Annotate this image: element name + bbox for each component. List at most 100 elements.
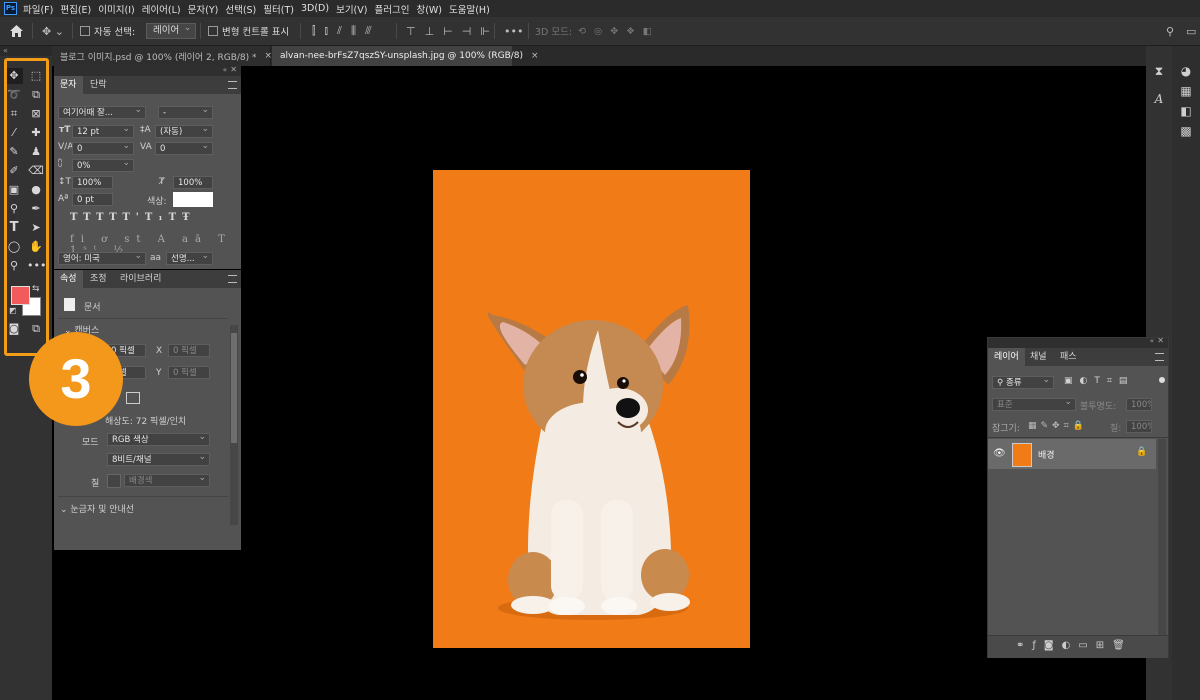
baseline-shift-field[interactable]: 0 pt bbox=[72, 193, 113, 206]
menu-layer[interactable]: 레이어(L) bbox=[142, 2, 181, 16]
menu-select[interactable]: 선택(S) bbox=[225, 2, 256, 16]
swatches-icon[interactable]: ▦ bbox=[1176, 84, 1196, 98]
patterns-icon[interactable]: ▩ bbox=[1176, 124, 1196, 138]
foreground-color-front[interactable] bbox=[11, 286, 30, 305]
photoshop-logo-icon[interactable]: Ps bbox=[4, 2, 17, 15]
auto-select-dropdown[interactable]: 레이어 bbox=[146, 21, 197, 40]
tab-character[interactable]: 문자 bbox=[54, 76, 83, 94]
filter-toggle-icon[interactable] bbox=[1159, 377, 1165, 383]
panel-menu-icon[interactable] bbox=[228, 275, 237, 283]
tab-adjustments[interactable]: 조정 bbox=[84, 270, 113, 288]
tsume-field[interactable]: 0% bbox=[72, 159, 134, 172]
gradients-icon[interactable]: ◧ bbox=[1176, 104, 1196, 118]
menu-window[interactable]: 창(W) bbox=[416, 2, 442, 16]
resolution-text: 해상도: 72 픽셀/인치 bbox=[105, 417, 187, 427]
faux-style-buttons[interactable]: TTTTT'T₁TŦ bbox=[70, 212, 196, 223]
text-color-swatch[interactable] bbox=[173, 192, 213, 207]
bit-depth-select[interactable]: 8비트/채널 bbox=[107, 453, 210, 466]
opacity-field[interactable]: 100% bbox=[1126, 398, 1152, 411]
horizontal-scale-field[interactable]: 100% bbox=[173, 176, 213, 189]
fill-label: 칠 bbox=[91, 479, 100, 489]
tab-libraries[interactable]: 라이브러리 bbox=[114, 270, 167, 288]
align-icons[interactable]: ⫿⫾⫽⫼⫻ bbox=[312, 22, 381, 40]
menu-view[interactable]: 보기(V) bbox=[336, 2, 367, 16]
baseline-shift-icon: Aª bbox=[58, 194, 69, 204]
menu-type[interactable]: 문자(Y) bbox=[188, 2, 219, 16]
language-select[interactable]: 영어: 미국 bbox=[58, 252, 146, 265]
menu-3d[interactable]: 3D(D) bbox=[301, 3, 329, 14]
y-field[interactable]: 0 픽셀 bbox=[168, 366, 210, 379]
glyphs-icon[interactable]: A bbox=[1149, 92, 1169, 106]
tab-layers[interactable]: 레이어 bbox=[988, 348, 1025, 366]
close-icon[interactable]: × bbox=[531, 51, 539, 61]
home-icon[interactable] bbox=[10, 22, 23, 40]
close-icon[interactable]: ✕ bbox=[230, 65, 237, 74]
history-icon[interactable]: ⧗ bbox=[1149, 64, 1169, 79]
document-icon bbox=[64, 298, 75, 311]
transform-controls-checkbox[interactable]: 변형 컨트롤 표시 bbox=[208, 22, 289, 40]
collapse-panel-icon[interactable]: « bbox=[1150, 337, 1154, 345]
fill-select[interactable]: 배경색 bbox=[124, 474, 210, 487]
collapse-panel-icon[interactable]: « bbox=[223, 66, 227, 74]
fill-swatch[interactable] bbox=[107, 474, 121, 488]
workspace-icon[interactable]: ▭ bbox=[1186, 22, 1196, 40]
layers-scrollbar[interactable] bbox=[1158, 439, 1166, 639]
color-palette-icon[interactable]: ◕ bbox=[1176, 64, 1196, 78]
properties-scrollbar[interactable] bbox=[230, 325, 238, 525]
eye-icon[interactable]: 👁 bbox=[993, 448, 1006, 459]
menu-edit[interactable]: 편집(E) bbox=[60, 2, 91, 16]
menu-help[interactable]: 도움말(H) bbox=[449, 2, 490, 16]
layer-row-background[interactable]: 👁 배경 🔒 bbox=[988, 439, 1156, 469]
corgi-photo[interactable] bbox=[433, 170, 750, 648]
tab-paragraph[interactable]: 단락 bbox=[84, 76, 113, 94]
close-icon[interactable]: ✕ bbox=[1157, 336, 1164, 345]
x-field[interactable]: 0 픽셀 bbox=[168, 344, 210, 357]
close-icon[interactable]: × bbox=[265, 51, 273, 61]
panel-menu-icon[interactable] bbox=[228, 81, 237, 89]
tab-paths[interactable]: 패스 bbox=[1054, 348, 1083, 366]
font-style-select[interactable]: - bbox=[158, 106, 213, 119]
layer-filter-select[interactable]: ⚲ 종류 bbox=[992, 376, 1054, 389]
menu-image[interactable]: 이미지(I) bbox=[98, 2, 134, 16]
leading-field[interactable]: (자동) bbox=[155, 125, 213, 138]
layers-footer-icons[interactable]: ⚭ƒ◙◐▭⊞🗑 bbox=[1016, 640, 1133, 651]
menu-bar: Ps 파일(F) 편집(E) 이미지(I) 레이어(L) 문자(Y) 선택(S)… bbox=[0, 0, 1200, 17]
tab-properties[interactable]: 속성 bbox=[54, 270, 83, 288]
layers-panel: « ✕ 레이어 채널 패스 ⚲ 종류 ▣◐T⌗▤ 표준 불투명도: 100% 잠… bbox=[987, 336, 1169, 658]
distribute-icons[interactable]: ⊤⊥⊢⊣⊩ bbox=[406, 22, 499, 40]
more-options-icon[interactable]: ••• bbox=[504, 22, 523, 40]
mode-select[interactable]: RGB 색상 bbox=[107, 433, 210, 446]
rulers-section-label: 눈금자 및 안내선 bbox=[70, 505, 135, 515]
font-size-field[interactable]: 12 pt bbox=[72, 125, 134, 138]
tab-blog-image[interactable]: 블로그 이미지.psd @ 100% (레이어 2, RGB/8) * × bbox=[52, 46, 273, 66]
layer-filter-icons[interactable]: ▣◐T⌗▤ bbox=[1064, 376, 1134, 386]
antialias-select[interactable]: 선명... bbox=[166, 252, 213, 265]
auto-select-value: 레이어 bbox=[146, 21, 197, 39]
font-family-select[interactable]: 여기어때 잘... bbox=[58, 106, 146, 119]
menu-file[interactable]: 파일(F) bbox=[23, 2, 53, 16]
toolbar-collapse-icon[interactable]: « bbox=[0, 46, 55, 56]
menu-plugins[interactable]: 플러그인 bbox=[374, 2, 409, 16]
lock-icons[interactable]: ▦✎✥⌗🔒 bbox=[1028, 421, 1088, 431]
move-tool-preset-icon[interactable]: ✥ ⌄ bbox=[42, 22, 64, 40]
horizontal-scale-icon: Ⱦ bbox=[159, 177, 165, 187]
tab-unsplash-image[interactable]: alvan-nee-brFsZ7qszSY-unsplash.jpg @ 100… bbox=[272, 46, 539, 66]
search-icon[interactable]: ⚲ bbox=[1166, 22, 1174, 40]
vertical-scale-field[interactable]: 100% bbox=[72, 176, 113, 189]
tab-channels[interactable]: 채널 bbox=[1024, 348, 1053, 366]
auto-select-checkbox[interactable]: 자동 선택: bbox=[80, 22, 135, 40]
auto-select-label: 자동 선택: bbox=[94, 27, 136, 38]
toolbar-highlight-box bbox=[4, 58, 49, 356]
kerning-field[interactable]: 0 bbox=[72, 142, 134, 155]
rulers-section-header[interactable]: ⌄ 눈금자 및 안내선 bbox=[60, 502, 134, 515]
panel-menu-icon[interactable] bbox=[1155, 353, 1164, 361]
portrait-orientation-icon[interactable] bbox=[126, 392, 140, 404]
fill-field[interactable]: 100% bbox=[1126, 420, 1152, 433]
3d-mode-icons[interactable]: ⟲◎✥❖◧ bbox=[578, 22, 660, 40]
y-label: Y bbox=[156, 368, 162, 378]
menu-filter[interactable]: 필터(T) bbox=[263, 2, 294, 16]
vertical-scale-icon: ↕T bbox=[58, 177, 72, 187]
opacity-label: 불투명도: bbox=[1080, 402, 1117, 412]
blend-mode-select[interactable]: 표준 bbox=[992, 398, 1076, 411]
tracking-field[interactable]: 0 bbox=[155, 142, 213, 155]
